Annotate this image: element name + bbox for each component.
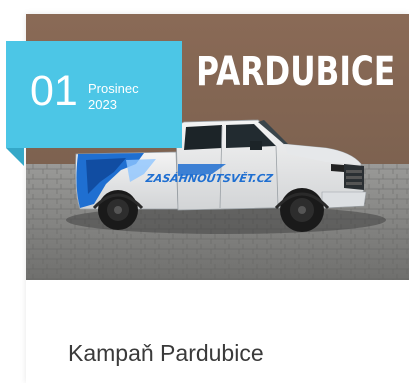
date-badge: 01 Prosinec 2023 (6, 41, 182, 166)
date-year: 2023 (88, 97, 117, 112)
card-title[interactable]: Kampaň Pardubice (68, 340, 264, 367)
hero-location-title: PARDUBICE (195, 49, 395, 95)
date-month: Prosinec (88, 81, 139, 96)
date-day: 01 (30, 67, 78, 115)
